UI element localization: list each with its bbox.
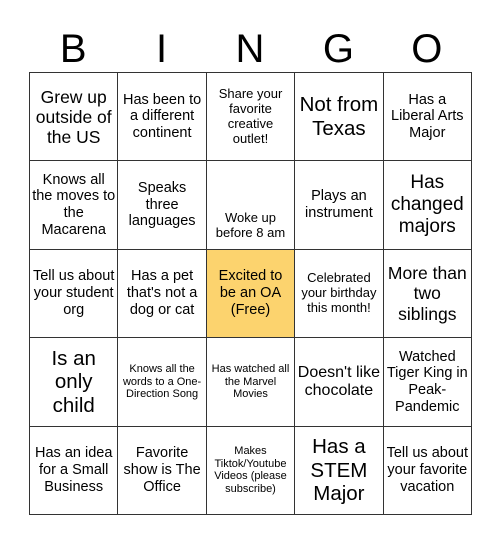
bingo-cell[interactable]: Has a Liberal Arts Major (383, 73, 472, 162)
bingo-cell[interactable]: Celebrated your birthday this month! (295, 249, 384, 339)
header-letter-b: B (59, 27, 87, 71)
bingo-cell[interactable]: Tell us about your student org (30, 249, 119, 339)
bingo-cell[interactable]: Favorite show is The Office (118, 426, 207, 515)
header-letter-n: N (235, 27, 265, 71)
bingo-cell[interactable]: Plays an instrument (295, 161, 384, 250)
bingo-cell[interactable]: Makes Tiktok/Youtube Videos (please subs… (206, 426, 296, 515)
bingo-cell[interactable]: Share your favorite creative outlet! (206, 73, 296, 162)
bingo-cell[interactable]: Tell us about your favorite vacation (383, 426, 472, 515)
bingo-cell[interactable]: Speaks three languages (118, 161, 207, 250)
bingo-cell[interactable]: Knows all the words to a One-Direction S… (118, 338, 207, 427)
bingo-cell[interactable]: Is an only child (30, 338, 119, 427)
bingo-cell[interactable]: Knows all the moves to the Macarena (30, 161, 119, 250)
bingo-cell[interactable]: Has an idea for a Small Business (30, 426, 119, 515)
bingo-header: B I N G O (29, 26, 471, 72)
bingo-cell[interactable]: Grew up outside of the US (30, 73, 119, 162)
bingo-card: Grew up outside of the US Has been to a … (29, 72, 472, 515)
header-letter-g: G (322, 27, 354, 71)
bingo-cell[interactable]: More than two siblings (383, 249, 472, 339)
bingo-cell[interactable]: Has changed majors (383, 161, 472, 250)
bingo-cell[interactable]: Has watched all the Marvel Movies (206, 338, 296, 427)
bingo-cell[interactable]: Has been to a different continent (118, 73, 207, 162)
header-letter-o: O (411, 27, 443, 71)
bingo-cell[interactable]: Has a STEM Major (295, 426, 384, 515)
bingo-cell[interactable]: Watched Tiger King in Peak-Pandemic (383, 338, 472, 427)
bingo-cell[interactable]: Not from Texas (295, 73, 384, 162)
header-letter-i: I (156, 27, 168, 71)
bingo-cell[interactable]: Doesn't like chocolate (295, 338, 384, 427)
bingo-cell[interactable]: Has a pet that's not a dog or cat (118, 249, 207, 339)
bingo-cell[interactable]: Woke up before 8 am (206, 161, 296, 250)
free-space-cell[interactable]: Excited to be an OA (Free) (206, 249, 296, 339)
